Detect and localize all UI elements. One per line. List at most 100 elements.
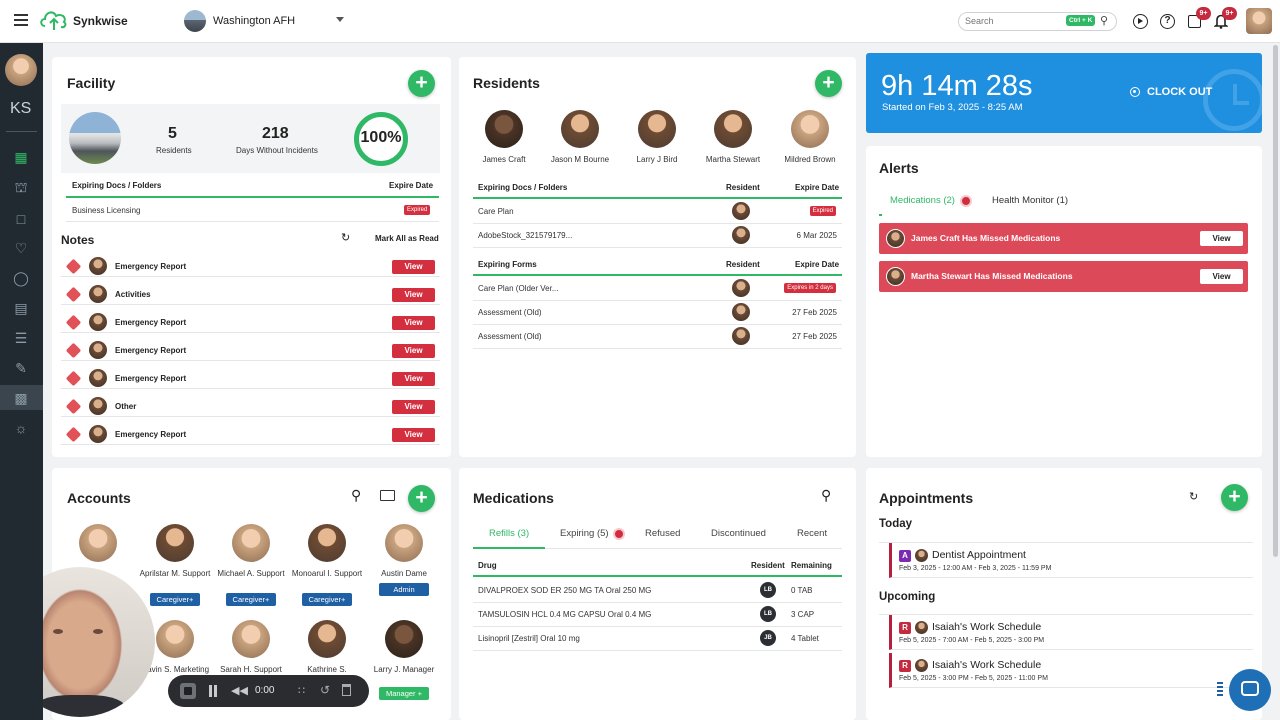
search-input[interactable] bbox=[965, 16, 1055, 26]
notes-icon[interactable]: ▤ bbox=[13, 300, 29, 316]
facility-doc-name[interactable]: Business Licensing bbox=[72, 206, 140, 215]
alert-view-button[interactable]: View bbox=[1200, 269, 1243, 284]
medications-tab[interactable]: Refills (3) bbox=[489, 528, 529, 539]
account-avatar[interactable] bbox=[79, 524, 117, 562]
account-avatar[interactable] bbox=[308, 620, 346, 658]
message-icon[interactable] bbox=[380, 490, 395, 501]
resident-avatar[interactable] bbox=[638, 110, 676, 148]
alert-view-button[interactable]: View bbox=[1200, 231, 1243, 246]
note-view-button[interactable]: View bbox=[392, 428, 435, 442]
resident-avatar[interactable] bbox=[485, 110, 523, 148]
heart-icon[interactable]: ♡ bbox=[13, 240, 29, 256]
note-title[interactable]: Emergency Report bbox=[115, 374, 186, 383]
appointment-item[interactable]: R Isaiah's Work Schedule Feb 5, 2025 - 7:0… bbox=[889, 615, 1253, 650]
note-view-button[interactable]: View bbox=[392, 400, 435, 414]
rewind-button[interactable]: ◀◀ bbox=[231, 684, 248, 697]
play-icon[interactable] bbox=[1133, 14, 1148, 29]
pause-button[interactable] bbox=[209, 685, 217, 697]
sidebar-avatar[interactable] bbox=[5, 54, 37, 86]
mark-all-read-button[interactable]: Mark All as Read bbox=[375, 234, 439, 243]
note-title[interactable]: Emergency Report bbox=[115, 346, 186, 355]
add-appointment-button[interactable]: + bbox=[1221, 484, 1248, 511]
med-drug[interactable]: TAMSULOSIN HCL 0.4 MG CAPSU Oral 0.4 MG bbox=[478, 610, 651, 619]
account-avatar[interactable] bbox=[385, 524, 423, 562]
account-avatar[interactable] bbox=[308, 524, 346, 562]
app-name[interactable]: Synkwise bbox=[73, 14, 128, 28]
clock-out-button[interactable]: CLOCK OUT bbox=[1147, 86, 1212, 98]
resident-name[interactable]: Mildred Brown bbox=[765, 155, 855, 164]
refresh-appointments-icon[interactable]: ↻ bbox=[1189, 490, 1198, 503]
account-avatar[interactable] bbox=[232, 524, 270, 562]
note-view-button[interactable]: View bbox=[392, 288, 435, 302]
clock-out-icon[interactable] bbox=[1130, 87, 1140, 97]
resident-avatar[interactable] bbox=[791, 110, 829, 148]
account-avatar[interactable] bbox=[385, 620, 423, 658]
account-avatar[interactable] bbox=[156, 524, 194, 562]
refresh-icon[interactable]: ↻ bbox=[341, 231, 350, 244]
note-view-button[interactable]: View bbox=[392, 316, 435, 330]
medications-tab[interactable]: Refused bbox=[645, 528, 680, 539]
account-name[interactable]: Larry J. Manager bbox=[362, 665, 446, 675]
document-icon[interactable]: ☰ bbox=[13, 330, 29, 346]
appointment-time: Feb 3, 2025 - 12:00 AM - Feb 3, 2025 - 1… bbox=[899, 565, 1052, 572]
pill-icon[interactable]: ◯ bbox=[13, 270, 29, 286]
account-name[interactable]: Monoarul I. Support bbox=[285, 569, 369, 579]
help-icon[interactable]: ? bbox=[1160, 14, 1175, 29]
account-name[interactable]: Sarah H. Support bbox=[209, 665, 293, 675]
med-drug[interactable]: DIVALPROEX SOD ER 250 MG TA Oral 250 MG bbox=[478, 586, 651, 595]
note-title[interactable]: Other bbox=[115, 402, 136, 411]
chevron-down-icon[interactable] bbox=[336, 17, 344, 22]
lightbulb-icon[interactable]: ☼ bbox=[13, 420, 29, 436]
res-doc-name[interactable]: Care Plan (Older Ver... bbox=[478, 284, 558, 293]
search-icon[interactable]: ⚲ bbox=[1100, 14, 1108, 27]
note-view-button[interactable]: View bbox=[392, 260, 435, 274]
box-icon[interactable]: □ bbox=[13, 211, 29, 227]
user-avatar[interactable] bbox=[1246, 8, 1272, 34]
undo-icon[interactable]: ↺ bbox=[320, 683, 330, 697]
account-name[interactable]: Kathrine S. bbox=[285, 665, 369, 675]
stop-button[interactable] bbox=[180, 683, 196, 699]
account-name[interactable]: Michael A. Support bbox=[209, 569, 293, 579]
account-avatar[interactable] bbox=[232, 620, 270, 658]
note-view-button[interactable]: View bbox=[392, 344, 435, 358]
note-title[interactable]: Emergency Report bbox=[115, 430, 186, 439]
search-box[interactable]: Ctrl + K ⚲ bbox=[958, 12, 1117, 31]
account-avatar[interactable] bbox=[156, 620, 194, 658]
note-view-button[interactable]: View bbox=[392, 372, 435, 386]
menu-icon[interactable] bbox=[14, 14, 28, 26]
chat-button[interactable] bbox=[1229, 669, 1271, 711]
appointment-item[interactable]: A Dentist Appointment Feb 3, 2025 - 12:00 … bbox=[889, 543, 1253, 578]
tab-health-monitor[interactable]: Health Monitor (1) bbox=[992, 195, 1068, 206]
add-facility-button[interactable]: + bbox=[408, 70, 435, 97]
resident-avatar[interactable] bbox=[561, 110, 599, 148]
appointment-item[interactable]: R Isaiah's Work Schedule Feb 5, 2025 - 3:0… bbox=[889, 653, 1253, 688]
medications-tab[interactable]: Recent bbox=[797, 528, 827, 539]
note-title[interactable]: Emergency Report bbox=[115, 262, 186, 271]
account-name[interactable]: Aprilstar M. Support bbox=[133, 569, 217, 579]
resident-avatar[interactable] bbox=[714, 110, 752, 148]
pen-icon[interactable]: ✎ bbox=[13, 360, 29, 376]
res-doc-name[interactable]: Care Plan bbox=[478, 207, 514, 216]
res-doc-name[interactable]: Assessment (Old) bbox=[478, 332, 542, 341]
add-account-button[interactable]: + bbox=[408, 485, 435, 512]
tab-medications[interactable]: Medications (2) bbox=[890, 195, 955, 206]
monitor-icon[interactable]: ▩ bbox=[13, 390, 29, 406]
page-scrollbar[interactable] bbox=[1273, 45, 1278, 557]
facility-select[interactable]: Washington AFH bbox=[213, 15, 295, 27]
med-drug[interactable]: Lisinopril [Zestril] Oral 10 mg bbox=[478, 634, 580, 643]
search-accounts-icon[interactable]: ⚲ bbox=[351, 487, 361, 504]
facility-icon[interactable]: ⛫ bbox=[13, 179, 29, 195]
note-title[interactable]: Activities bbox=[115, 290, 151, 299]
medications-tab[interactable]: Expiring (5) bbox=[560, 528, 609, 539]
drag-handle-icon[interactable] bbox=[1217, 682, 1223, 696]
trash-icon[interactable] bbox=[342, 684, 351, 696]
dashboard-icon[interactable]: ▦ bbox=[13, 149, 29, 165]
note-title[interactable]: Emergency Report bbox=[115, 318, 186, 327]
medications-tab[interactable]: Discontinued bbox=[711, 528, 766, 539]
grid-icon[interactable]: ∷ bbox=[298, 684, 305, 697]
add-resident-button[interactable]: + bbox=[815, 70, 842, 97]
search-medications-icon[interactable]: ⚲ bbox=[821, 487, 831, 504]
res-doc-name[interactable]: AdobeStock_321579179... bbox=[478, 231, 572, 240]
res-doc-name[interactable]: Assessment (Old) bbox=[478, 308, 542, 317]
account-name[interactable]: Austin Dame bbox=[362, 569, 446, 579]
